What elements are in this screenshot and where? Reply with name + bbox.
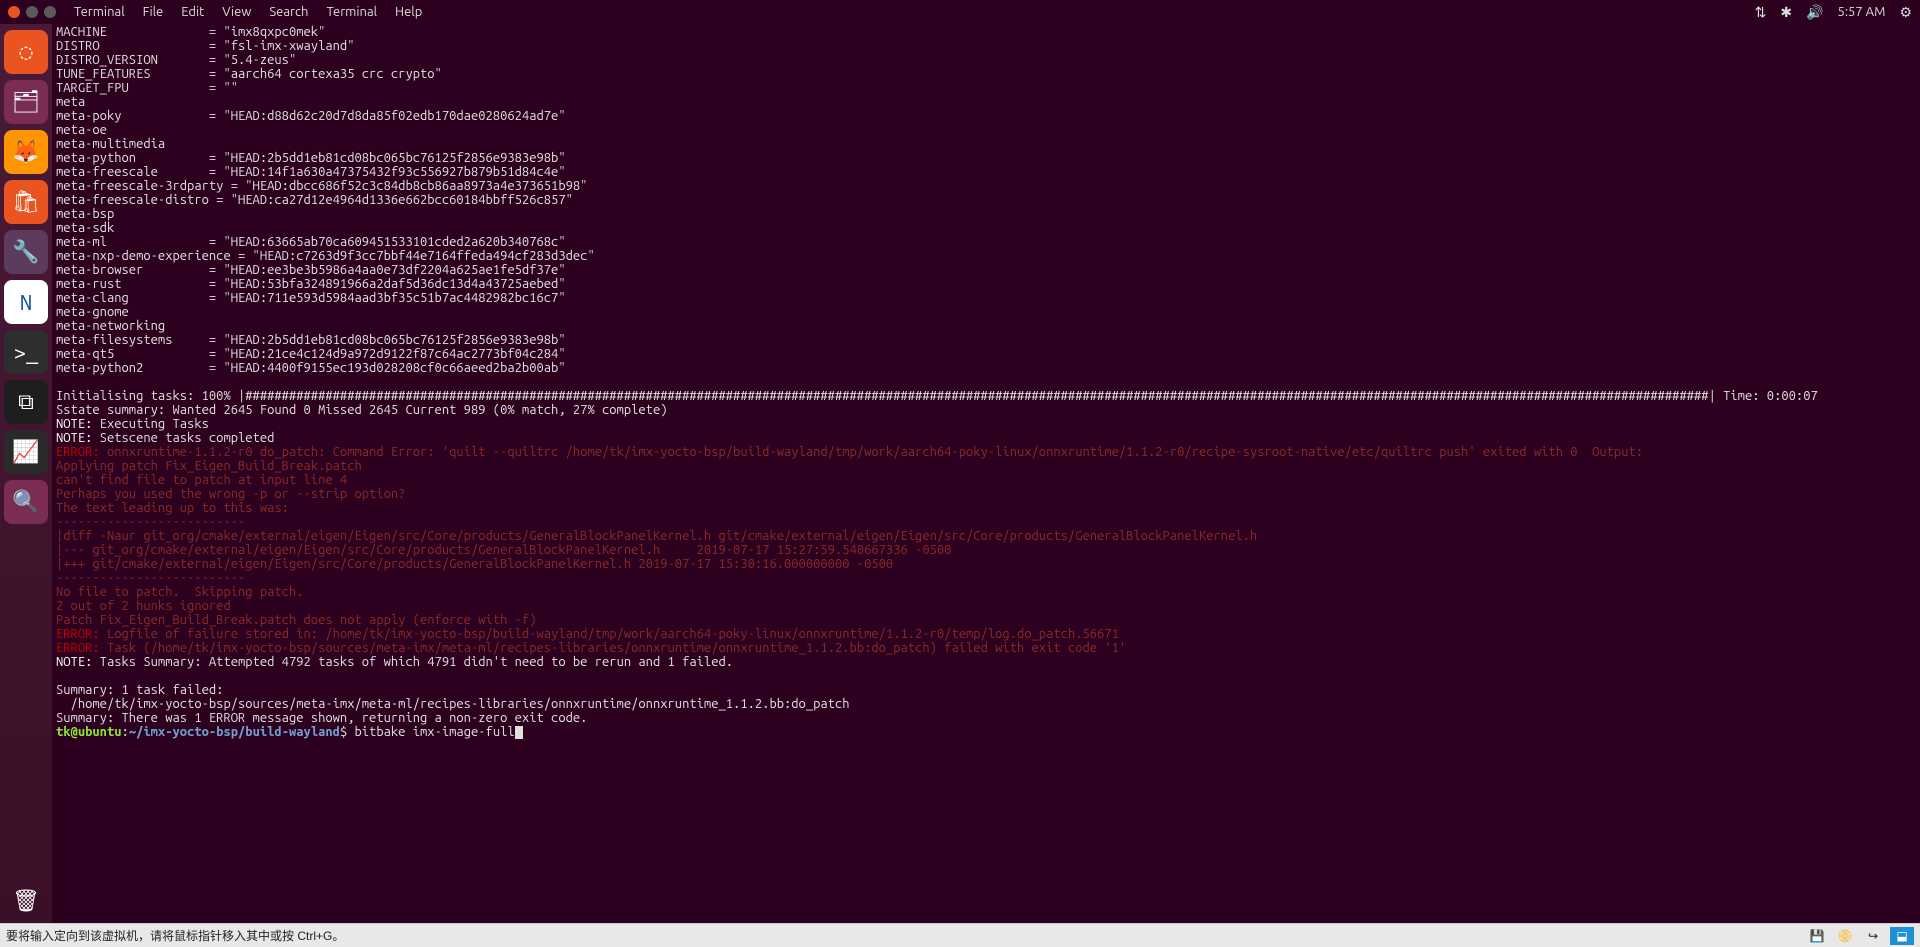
terminal-line: meta-sdk — [56, 221, 1916, 235]
launcher-nxp[interactable]: N — [4, 280, 48, 324]
app-menubar: Terminal File Edit View Search Terminal … — [74, 5, 422, 19]
terminal-line: meta-rust = "HEAD:53bfa324891966a2daf5d3… — [56, 277, 1916, 291]
launcher-settings[interactable]: 🔧 — [4, 230, 48, 274]
menu-search[interactable]: Search — [269, 5, 308, 19]
system-status-tray[interactable]: ⇅ ✱ 🔊 5:57 AM ⚙ — [1755, 4, 1912, 21]
vm-icon-2[interactable]: 📀 — [1834, 928, 1856, 944]
launcher-vscode[interactable]: ⧉ — [4, 380, 48, 424]
window-controls — [8, 6, 56, 18]
terminal-line: MACHINE = "imx8qxpc0mek" — [56, 25, 1916, 39]
terminal-line: meta-ml = "HEAD:63665ab70ca609451533101c… — [56, 235, 1916, 249]
terminal-line: NOTE: Setscene tasks completed — [56, 431, 1916, 445]
terminal-line: meta-freescale-distro = "HEAD:ca27d12e49… — [56, 193, 1916, 207]
terminal-line: -------------------------- — [56, 515, 1916, 529]
terminal-line: Summary: 1 task failed: — [56, 683, 1916, 697]
settings-icon[interactable]: ⚙ — [1899, 4, 1912, 21]
vm-icon-3[interactable]: ↪ — [1862, 928, 1884, 944]
terminal-line: |+++ git/cmake/external/eigen/Eigen/src/… — [56, 557, 1916, 571]
terminal-line: meta-networking — [56, 319, 1916, 333]
launcher-dash[interactable]: ◌ — [4, 30, 48, 74]
terminal-line — [56, 375, 1916, 389]
launcher-software[interactable]: 🛍 — [4, 180, 48, 224]
menu-edit[interactable]: Edit — [181, 5, 204, 19]
terminal-line: Summary: There was 1 ERROR message shown… — [56, 711, 1916, 725]
terminal-line: meta — [56, 95, 1916, 109]
terminal-line: DISTRO = "fsl-imx-xwayland" — [56, 39, 1916, 53]
terminal-line: meta-python = "HEAD:2b5dd1eb81cd08bc065b… — [56, 151, 1916, 165]
terminal-prompt[interactable]: tk@ubuntu:~/imx-yocto-bsp/build-wayland$… — [56, 725, 1916, 739]
terminal-line: meta-nxp-demo-experience = "HEAD:c7263d9… — [56, 249, 1916, 263]
terminal-line: can't find file to patch at input line 4 — [56, 473, 1916, 487]
window-minimize-btn[interactable] — [26, 6, 38, 18]
cursor — [515, 726, 523, 739]
sound-icon[interactable]: 🔊 — [1806, 4, 1823, 21]
menu-terminal[interactable]: Terminal — [74, 5, 125, 19]
window-close-btn[interactable] — [8, 6, 20, 18]
menu-file[interactable]: File — [143, 5, 164, 19]
launcher-monitor[interactable]: 📈 — [4, 430, 48, 474]
terminal-line: meta-browser = "HEAD:ee3be3b5986a4aa0e73… — [56, 263, 1916, 277]
top-menubar: Terminal File Edit View Search Terminal … — [0, 0, 1920, 24]
launcher-terminal[interactable]: >_ — [4, 330, 48, 374]
terminal-line: TUNE_FEATURES = "aarch64 cortexa35 crc c… — [56, 67, 1916, 81]
vm-fullscreen-btn[interactable]: ⬓ — [1890, 927, 1914, 945]
menu-terminal2[interactable]: Terminal — [326, 5, 377, 19]
terminal-line: meta-multimedia — [56, 137, 1916, 151]
network-icon[interactable]: ⇅ — [1755, 4, 1767, 21]
terminal-line: |--- git_org/cmake/external/eigen/Eigen/… — [56, 543, 1916, 557]
terminal-line: meta-gnome — [56, 305, 1916, 319]
unity-launcher: ◌ 🗂 🦊 🛍 🔧 N >_ ⧉ 📈 🔍 🗑 — [0, 24, 52, 923]
terminal-line: 2 out of 2 hunks ignored — [56, 599, 1916, 613]
terminal-line: meta-filesystems = "HEAD:2b5dd1eb81cd08b… — [56, 333, 1916, 347]
terminal-line: ERROR: Logfile of failure stored in: /ho… — [56, 627, 1916, 641]
terminal-line: No file to patch. Skipping patch. — [56, 585, 1916, 599]
terminal-line: Applying patch Fix_Eigen_Build_Break.pat… — [56, 459, 1916, 473]
vm-icon-1[interactable]: 💾 — [1806, 928, 1828, 944]
launcher-viewer[interactable]: 🔍 — [4, 480, 48, 524]
terminal-line: /home/tk/imx-yocto-bsp/sources/meta-imx/… — [56, 697, 1916, 711]
menu-view[interactable]: View — [222, 5, 251, 19]
terminal-line: meta-oe — [56, 123, 1916, 137]
terminal-line: TARGET_FPU = "" — [56, 81, 1916, 95]
terminal-line: ERROR: Task (/home/tk/imx-yocto-bsp/sour… — [56, 641, 1916, 655]
launcher-firefox[interactable]: 🦊 — [4, 130, 48, 174]
vm-hint-text: 要将输入定向到该虚拟机，请将鼠标指针移入其中或按 Ctrl+G。 — [6, 927, 344, 944]
window-maximize-btn[interactable] — [44, 6, 56, 18]
clock[interactable]: 5:57 AM — [1838, 5, 1886, 19]
terminal-line: |diff -Naur git_org/cmake/external/eigen… — [56, 529, 1916, 543]
terminal-line: meta-freescale = "HEAD:14f1a630a47375432… — [56, 165, 1916, 179]
terminal-line: NOTE: Tasks Summary: Attempted 4792 task… — [56, 655, 1916, 669]
terminal-line: Patch Fix_Eigen_Build_Break.patch does n… — [56, 613, 1916, 627]
terminal-line: meta-python2 = "HEAD:4400f9155ec193d0282… — [56, 361, 1916, 375]
terminal-line: meta-poky = "HEAD:d88d62c20d7d8da85f02ed… — [56, 109, 1916, 123]
terminal-line: ERROR: onnxruntime-1.1.2-r0 do_patch: Co… — [56, 445, 1916, 459]
terminal-line: Sstate summary: Wanted 2645 Found 0 Miss… — [56, 403, 1916, 417]
terminal-line: Perhaps you used the wrong -p or --strip… — [56, 487, 1916, 501]
menu-help[interactable]: Help — [395, 5, 422, 19]
terminal-line: -------------------------- — [56, 571, 1916, 585]
bluetooth-icon[interactable]: ✱ — [1780, 4, 1792, 21]
terminal-line: NOTE: Executing Tasks — [56, 417, 1916, 431]
terminal-line: DISTRO_VERSION = "5.4-zeus" — [56, 53, 1916, 67]
terminal-line: meta-qt5 = "HEAD:21ce4c124d9a972d9122f87… — [56, 347, 1916, 361]
launcher-files[interactable]: 🗂 — [4, 80, 48, 124]
launcher-trash[interactable]: 🗑 — [4, 879, 48, 923]
terminal-line: The text leading up to this was: — [56, 501, 1916, 515]
terminal-line: meta-bsp — [56, 207, 1916, 221]
vmware-statusbar: 要将输入定向到该虚拟机，请将鼠标指针移入其中或按 Ctrl+G。 💾 📀 ↪ ⬓ — [0, 923, 1920, 947]
terminal-line: Initialising tasks: 100% |##############… — [56, 389, 1916, 403]
terminal-line: meta-clang = "HEAD:711e593d5984aad3bf35c… — [56, 291, 1916, 305]
terminal-output[interactable]: MACHINE = "imx8qxpc0mek"DISTRO = "fsl-im… — [52, 24, 1920, 923]
terminal-line — [56, 669, 1916, 683]
terminal-line: meta-freescale-3rdparty = "HEAD:dbcc686f… — [56, 179, 1916, 193]
